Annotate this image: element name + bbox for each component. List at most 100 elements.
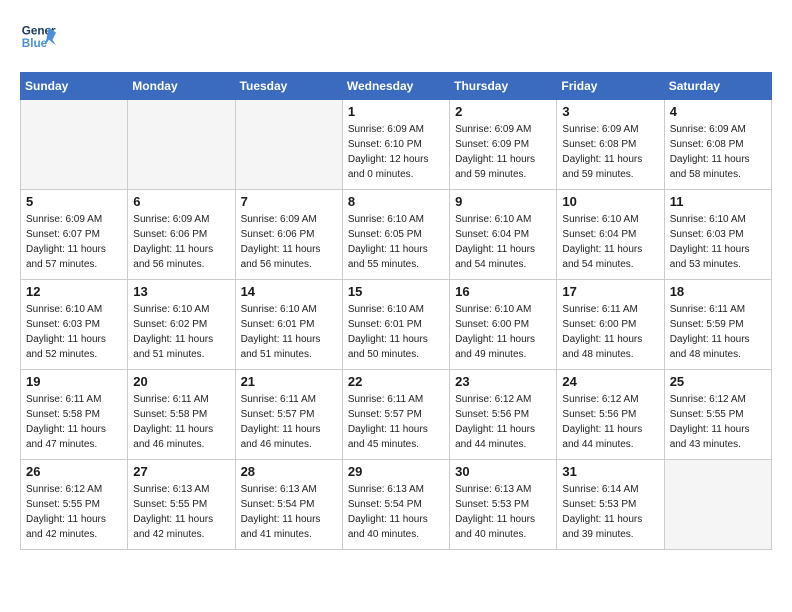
day-number: 1 — [348, 104, 444, 119]
day-info: Sunrise: 6:12 AM Sunset: 5:55 PM Dayligh… — [670, 392, 766, 452]
day-number: 24 — [562, 374, 658, 389]
day-info: Sunrise: 6:10 AM Sunset: 6:05 PM Dayligh… — [348, 212, 444, 272]
calendar-cell — [21, 100, 128, 190]
day-number: 22 — [348, 374, 444, 389]
day-info: Sunrise: 6:13 AM Sunset: 5:53 PM Dayligh… — [455, 482, 551, 542]
day-number: 2 — [455, 104, 551, 119]
calendar-cell: 17 Sunrise: 6:11 AM Sunset: 6:00 PM Dayli… — [557, 280, 664, 370]
calendar-cell: 19Sunrise: 6:11 AM Sunset: 5:58 PM Dayli… — [21, 370, 128, 460]
calendar-cell: 9 Sunrise: 6:10 AM Sunset: 6:04 PM Daylig… — [450, 190, 557, 280]
calendar-cell: 30 Sunrise: 6:13 AM Sunset: 5:53 PM Dayli… — [450, 460, 557, 550]
day-number: 15 — [348, 284, 444, 299]
day-number: 19 — [26, 374, 122, 389]
calendar-cell: 3 Sunrise: 6:09 AM Sunset: 6:08 PM Daylig… — [557, 100, 664, 190]
day-info: Sunrise: 6:09 AM Sunset: 6:08 PM Dayligh… — [670, 122, 766, 182]
calendar-cell: 12 Sunrise: 6:10 AM Sunset: 6:03 PM Dayli… — [21, 280, 128, 370]
day-info: Sunrise: 6:10 AM Sunset: 6:03 PM Dayligh… — [670, 212, 766, 272]
weekday-header-tuesday: Tuesday — [235, 73, 342, 100]
day-info: Sunrise: 6:09 AM Sunset: 6:10 PM Dayligh… — [348, 122, 444, 182]
calendar-cell: 23 Sunrise: 6:12 AM Sunset: 5:56 PM Dayli… — [450, 370, 557, 460]
calendar-cell — [235, 100, 342, 190]
calendar-cell: 25 Sunrise: 6:12 AM Sunset: 5:55 PM Dayli… — [664, 370, 771, 460]
calendar-cell: 27 Sunrise: 6:13 AM Sunset: 5:55 PM Dayli… — [128, 460, 235, 550]
day-info: Sunrise: 6:14 AM Sunset: 5:53 PM Dayligh… — [562, 482, 658, 542]
day-info: Sunrise: 6:13 AM Sunset: 5:54 PM Dayligh… — [241, 482, 337, 542]
calendar-cell: 28 Sunrise: 6:13 AM Sunset: 5:54 PM Dayli… — [235, 460, 342, 550]
day-info: Sunrise: 6:12 AM Sunset: 5:55 PM Dayligh… — [26, 482, 122, 542]
day-info: Sunrise: 6:09 AM Sunset: 6:09 PM Dayligh… — [455, 122, 551, 182]
day-info: Sunrise: 6:10 AM Sunset: 6:03 PM Dayligh… — [26, 302, 122, 362]
calendar-cell: 20 Sunrise: 6:11 AM Sunset: 5:58 PM Dayli… — [128, 370, 235, 460]
day-info: Sunrise: 6:11 AM Sunset: 5:57 PM Dayligh… — [241, 392, 337, 452]
calendar-cell: 16Sunrise: 6:10 AM Sunset: 6:00 PM Dayli… — [450, 280, 557, 370]
day-number: 11 — [670, 194, 766, 209]
day-number: 17 — [562, 284, 658, 299]
day-number: 27 — [133, 464, 229, 479]
day-info: Sunrise: 6:13 AM Sunset: 5:55 PM Dayligh… — [133, 482, 229, 542]
day-number: 23 — [455, 374, 551, 389]
day-number: 3 — [562, 104, 658, 119]
calendar-cell: 2 Sunrise: 6:09 AM Sunset: 6:09 PM Daylig… — [450, 100, 557, 190]
day-info: Sunrise: 6:11 AM Sunset: 5:57 PM Dayligh… — [348, 392, 444, 452]
weekday-header-saturday: Saturday — [664, 73, 771, 100]
day-number: 20 — [133, 374, 229, 389]
page-header: General Blue — [20, 20, 772, 56]
day-info: Sunrise: 6:13 AM Sunset: 5:54 PM Dayligh… — [348, 482, 444, 542]
day-number: 9 — [455, 194, 551, 209]
svg-text:Blue: Blue — [22, 37, 48, 50]
calendar-cell: 8 Sunrise: 6:10 AM Sunset: 6:05 PM Daylig… — [342, 190, 449, 280]
day-number: 28 — [241, 464, 337, 479]
calendar-header: SundayMondayTuesdayWednesdayThursdayFrid… — [21, 73, 772, 100]
day-number: 4 — [670, 104, 766, 119]
calendar-cell: 29 Sunrise: 6:13 AM Sunset: 5:54 PM Dayli… — [342, 460, 449, 550]
day-number: 31 — [562, 464, 658, 479]
calendar-cell: 10Sunrise: 6:10 AM Sunset: 6:04 PM Dayli… — [557, 190, 664, 280]
calendar-cell — [128, 100, 235, 190]
day-number: 26 — [26, 464, 122, 479]
calendar-cell: 1 Sunrise: 6:09 AM Sunset: 6:10 PM Daylig… — [342, 100, 449, 190]
logo-icon: General Blue — [20, 20, 56, 56]
day-info: Sunrise: 6:11 AM Sunset: 5:59 PM Dayligh… — [670, 302, 766, 362]
calendar-cell: 21 Sunrise: 6:11 AM Sunset: 5:57 PM Dayli… — [235, 370, 342, 460]
day-number: 6 — [133, 194, 229, 209]
day-info: Sunrise: 6:09 AM Sunset: 6:06 PM Dayligh… — [241, 212, 337, 272]
day-info: Sunrise: 6:10 AM Sunset: 6:02 PM Dayligh… — [133, 302, 229, 362]
day-number: 29 — [348, 464, 444, 479]
day-number: 30 — [455, 464, 551, 479]
day-number: 12 — [26, 284, 122, 299]
day-number: 5 — [26, 194, 122, 209]
day-number: 18 — [670, 284, 766, 299]
day-info: Sunrise: 6:12 AM Sunset: 5:56 PM Dayligh… — [455, 392, 551, 452]
weekday-header-friday: Friday — [557, 73, 664, 100]
weekday-header-wednesday: Wednesday — [342, 73, 449, 100]
calendar-cell: 24Sunrise: 6:12 AM Sunset: 5:56 PM Dayli… — [557, 370, 664, 460]
day-number: 21 — [241, 374, 337, 389]
day-number: 7 — [241, 194, 337, 209]
calendar-cell: 13Sunrise: 6:10 AM Sunset: 6:02 PM Dayli… — [128, 280, 235, 370]
day-info: Sunrise: 6:10 AM Sunset: 6:04 PM Dayligh… — [562, 212, 658, 272]
day-number: 8 — [348, 194, 444, 209]
calendar-cell: 22 Sunrise: 6:11 AM Sunset: 5:57 PM Dayli… — [342, 370, 449, 460]
day-info: Sunrise: 6:09 AM Sunset: 6:06 PM Dayligh… — [133, 212, 229, 272]
day-info: Sunrise: 6:11 AM Sunset: 6:00 PM Dayligh… — [562, 302, 658, 362]
day-info: Sunrise: 6:10 AM Sunset: 6:01 PM Dayligh… — [241, 302, 337, 362]
day-info: Sunrise: 6:09 AM Sunset: 6:07 PM Dayligh… — [26, 212, 122, 272]
day-info: Sunrise: 6:09 AM Sunset: 6:08 PM Dayligh… — [562, 122, 658, 182]
day-info: Sunrise: 6:10 AM Sunset: 6:04 PM Dayligh… — [455, 212, 551, 272]
calendar-cell: 6 Sunrise: 6:09 AM Sunset: 6:06 PM Daylig… — [128, 190, 235, 280]
calendar-cell: 18 Sunrise: 6:11 AM Sunset: 5:59 PM Dayli… — [664, 280, 771, 370]
weekday-header-sunday: Sunday — [21, 73, 128, 100]
calendar-cell: 14 Sunrise: 6:10 AM Sunset: 6:01 PM Dayli… — [235, 280, 342, 370]
calendar-cell: 11 Sunrise: 6:10 AM Sunset: 6:03 PM Dayli… — [664, 190, 771, 280]
calendar-cell: 15Sunrise: 6:10 AM Sunset: 6:01 PM Dayli… — [342, 280, 449, 370]
weekday-header-monday: Monday — [128, 73, 235, 100]
day-number: 14 — [241, 284, 337, 299]
logo: General Blue — [20, 20, 56, 56]
calendar-table: SundayMondayTuesdayWednesdayThursdayFrid… — [20, 72, 772, 550]
day-info: Sunrise: 6:11 AM Sunset: 5:58 PM Dayligh… — [133, 392, 229, 452]
calendar-cell: 5 Sunrise: 6:09 AM Sunset: 6:07 PM Daylig… — [21, 190, 128, 280]
day-number: 25 — [670, 374, 766, 389]
calendar-cell: 7 Sunrise: 6:09 AM Sunset: 6:06 PM Daylig… — [235, 190, 342, 280]
calendar-cell: 31 Sunrise: 6:14 AM Sunset: 5:53 PM Dayli… — [557, 460, 664, 550]
calendar-cell: 4 Sunrise: 6:09 AM Sunset: 6:08 PM Daylig… — [664, 100, 771, 190]
